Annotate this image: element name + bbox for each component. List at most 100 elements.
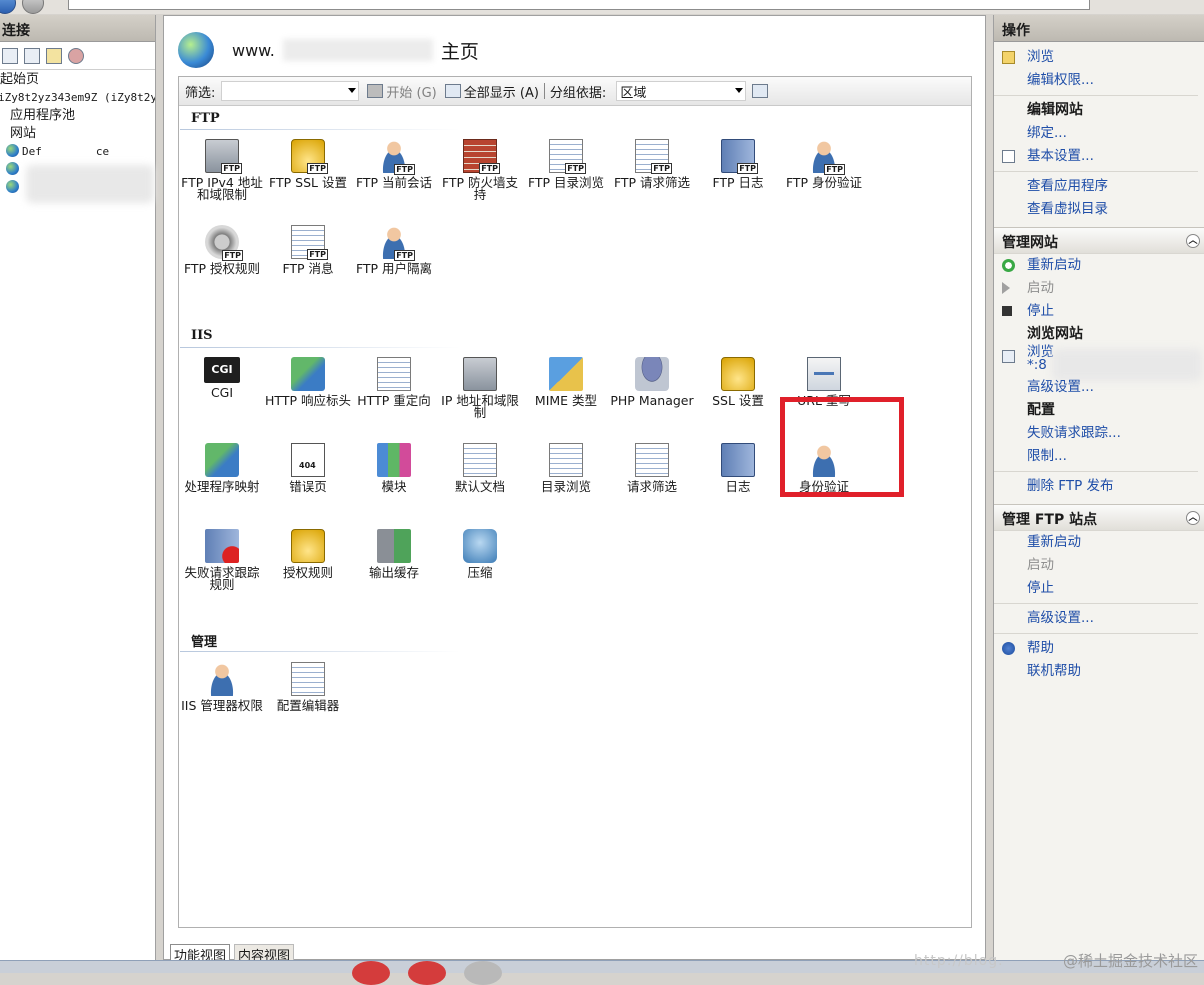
site-name: www. [232, 40, 275, 60]
feature-ftp-ipv4[interactable]: FTP FTP IPv4 地址和域限制 [179, 139, 265, 201]
start-filter-button[interactable]: 开始 (G) [367, 82, 437, 101]
feature-authorization-rules[interactable]: 授权规则 [265, 529, 351, 579]
disconnect-icon[interactable] [68, 47, 84, 64]
feature-php-manager[interactable]: PHP Manager [609, 357, 695, 407]
action-view-applications[interactable]: 查看应用程序 [994, 175, 1204, 198]
action-basic-settings[interactable]: 基本设置... [994, 145, 1204, 168]
action-stop[interactable]: 停止 [994, 300, 1204, 323]
view-mode-icon[interactable] [752, 84, 769, 98]
response-headers-icon [291, 357, 325, 391]
connections-pane: 连接 起始页 iZy8t2yz343em9Z (iZy8t2y 应用程序池 网站… [0, 15, 156, 960]
taskbar-save-icon[interactable] [408, 961, 446, 985]
action-ftp-advanced[interactable]: 高级设置... [994, 607, 1204, 630]
redirect-icon [377, 357, 411, 391]
request-filter-icon [635, 443, 669, 477]
collapse-icon[interactable]: ︿ [1186, 234, 1200, 248]
error-page-icon [291, 443, 325, 477]
feature-directory-browsing[interactable]: 目录浏览 [523, 443, 609, 493]
show-all-button[interactable]: 全部显示 (A) [444, 82, 539, 101]
directory-browse-icon [549, 443, 583, 477]
group-by-select[interactable]: 区域 [616, 81, 747, 101]
mime-icon [549, 357, 583, 391]
feature-ftp-sessions[interactable]: FTP FTP 当前会话 [351, 139, 437, 189]
binoculars-icon [367, 84, 384, 98]
feature-ftp-firewall[interactable]: FTP FTP 防火墙支持 [437, 139, 523, 201]
action-bindings[interactable]: 绑定... [994, 122, 1204, 145]
log-icon [721, 443, 755, 477]
firewall-icon: FTP [463, 139, 500, 174]
feature-ip-restrictions[interactable]: IP 地址和域限制 [437, 357, 523, 419]
php-icon [635, 357, 669, 391]
redacted-blur [282, 39, 433, 61]
feature-ftp-logging[interactable]: FTP FTP 日志 [695, 139, 781, 189]
action-edit-permissions[interactable]: 编辑权限... [994, 69, 1204, 92]
feature-compression[interactable]: 压缩 [437, 529, 523, 579]
feature-ftp-dirbrowse[interactable]: FTP FTP 目录浏览 [523, 139, 609, 189]
action-advanced-settings[interactable]: 高级设置... [994, 376, 1204, 399]
tree-item-sites[interactable]: 网站 [0, 125, 155, 143]
action-online-help[interactable]: 联机帮助 [994, 660, 1204, 683]
modules-icon [377, 443, 411, 477]
feature-failed-request-tracing[interactable]: 失败请求跟踪规则 [179, 529, 265, 591]
action-ftp-start[interactable]: 启动 [994, 554, 1204, 577]
action-ftp-restart[interactable]: 重新启动 [994, 531, 1204, 554]
tree-item-app-pools[interactable]: 应用程序池 [0, 107, 155, 125]
action-restart[interactable]: 重新启动 [994, 254, 1204, 277]
feature-default-document[interactable]: 默认文档 [437, 443, 523, 493]
ip-restrictions-icon [463, 357, 497, 391]
feature-error-pages[interactable]: 错误页 [265, 443, 351, 493]
action-ftp-stop[interactable]: 停止 [994, 577, 1204, 600]
feature-ftp-request-filter[interactable]: FTP FTP 请求筛选 [609, 139, 695, 189]
address-bar[interactable] [68, 0, 1090, 10]
default-document-icon [463, 443, 497, 477]
feature-output-caching[interactable]: 输出缓存 [351, 529, 437, 579]
collapse-icon[interactable]: ︿ [1186, 511, 1200, 525]
taskbar-app-icon[interactable] [352, 961, 390, 985]
action-remove-ftp[interactable]: 删除 FTP 发布 [994, 475, 1204, 498]
start-icon [1002, 282, 1010, 294]
feature-http-headers[interactable]: HTTP 响应标头 [265, 357, 351, 407]
action-view-virtual-dirs[interactable]: 查看虚拟目录 [994, 198, 1204, 221]
section-divider [180, 651, 460, 652]
up-icon[interactable] [46, 47, 62, 64]
feature-ssl-settings[interactable]: SSL 设置 [695, 357, 781, 407]
feature-ftp-auth[interactable]: FTP FTP 身份验证 [781, 139, 867, 189]
action-failed-request-tracing[interactable]: 失败请求跟踪... [994, 422, 1204, 445]
lock-icon: FTP [291, 139, 328, 174]
taskbar-undo-icon[interactable] [464, 961, 502, 985]
feature-modules[interactable]: 模块 [351, 443, 437, 493]
feature-cgi[interactable]: CGI CGI [179, 357, 265, 399]
save-icon[interactable] [24, 47, 40, 64]
feature-ftp-ssl[interactable]: FTP FTP SSL 设置 [265, 139, 351, 189]
filter-input[interactable] [221, 81, 360, 101]
message-icon: FTP [291, 225, 328, 260]
filter-label: 筛选: [185, 85, 216, 101]
url-rewrite-highlight [780, 397, 904, 497]
feature-handler-mappings[interactable]: 处理程序映射 [179, 443, 265, 493]
feature-ftp-isolation[interactable]: FTP FTP 用户隔离 [351, 225, 437, 275]
feature-config-editor[interactable]: 配置编辑器 [265, 662, 351, 712]
features-view: 筛选: 开始 (G) 全部显示 (A) 分组依据: 区域 FTP FTP FTP … [178, 76, 972, 928]
tree-item-server[interactable]: iZy8t2yz343em9Z (iZy8t2y [0, 89, 155, 107]
dropdown-arrow-icon [735, 88, 744, 93]
tree-item-start[interactable]: 起始页 [0, 71, 155, 89]
feature-ftp-authz[interactable]: FTP FTP 授权规则 [179, 225, 265, 275]
show-all-icon [444, 84, 461, 98]
divider [994, 603, 1198, 604]
toolbar-separator [543, 83, 545, 99]
connect-icon[interactable] [2, 47, 18, 64]
action-start[interactable]: 启动 [994, 277, 1204, 300]
lock-icon [721, 357, 755, 391]
feature-http-redirect[interactable]: HTTP 重定向 [351, 357, 437, 407]
tree-item-site-1[interactable]: Def ce [0, 143, 155, 161]
feature-request-filtering[interactable]: 请求筛选 [609, 443, 695, 493]
feature-logging[interactable]: 日志 [695, 443, 781, 493]
globe-icon [6, 180, 19, 193]
feature-iis-manager-permissions[interactable]: IIS 管理器权限 [179, 662, 265, 712]
action-browse[interactable]: 浏览 [994, 46, 1204, 69]
feature-mime-types[interactable]: MIME 类型 [523, 357, 609, 407]
action-help[interactable]: 帮助 [994, 637, 1204, 660]
action-limits[interactable]: 限制... [994, 445, 1204, 468]
feature-ftp-messages[interactable]: FTP FTP 消息 [265, 225, 351, 275]
handler-mappings-icon [205, 443, 239, 477]
